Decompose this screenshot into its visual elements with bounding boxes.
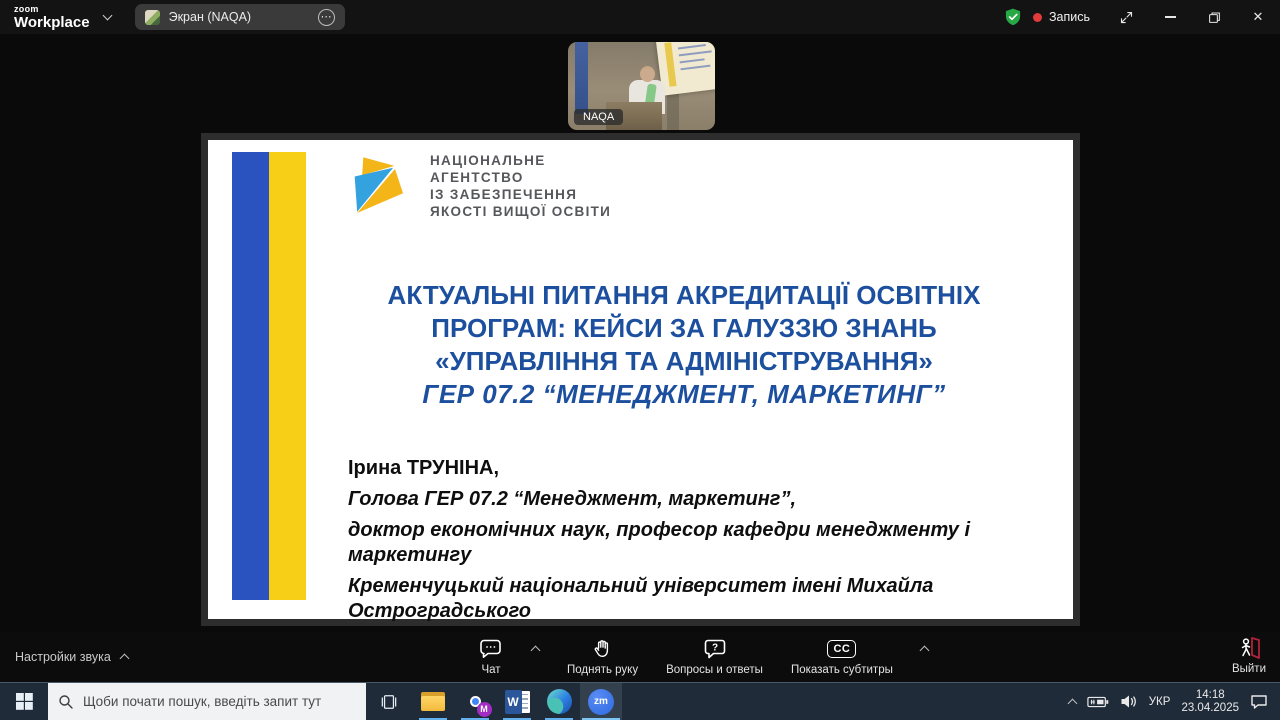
tab-more-options-button[interactable]: ⋯	[318, 9, 335, 26]
agency-line: ЯКОСТІ ВИЩОЇ ОСВІТИ	[430, 203, 611, 220]
chevron-up-icon	[119, 654, 129, 664]
leave-label: Выйти	[1232, 663, 1266, 675]
task-view-button[interactable]	[366, 683, 412, 720]
action-center-icon[interactable]	[1250, 694, 1268, 710]
chrome-button[interactable]: M	[454, 683, 496, 720]
exit-door-icon	[1236, 635, 1262, 661]
zoom-title-bar: zoom Workplace Экран (NAQA) ⋯ Запись ✕	[0, 0, 1280, 34]
minimize-button[interactable]	[1148, 0, 1192, 34]
minimize-icon	[1165, 16, 1176, 18]
windows-taskbar: M W zm	[0, 682, 1280, 720]
ukraine-flag-bar	[232, 152, 306, 600]
presentation-slide: НАЦІОНАЛЬНЕ АГЕНТСТВО ІЗ ЗАБЕЗПЕЧЕННЯ ЯК…	[201, 133, 1080, 626]
chat-options-chevron-icon[interactable]	[531, 646, 541, 656]
qa-label: Вопросы и ответы	[666, 664, 763, 676]
chat-button[interactable]: Чат	[478, 635, 504, 676]
security-shield-icon[interactable]	[1003, 7, 1023, 27]
agency-line: ІЗ ЗАБЕЗПЕЧЕННЯ	[430, 186, 611, 203]
title-subtitle: ГЕР 07.2 “МЕНЕДЖМЕНТ, МАРКЕТИНГ”	[303, 378, 1065, 411]
agency-name-block: НАЦІОНАЛЬНЕ АГЕНТСТВО ІЗ ЗАБЕЗПЕЧЕННЯ ЯК…	[430, 152, 611, 220]
edge-icon	[547, 689, 572, 714]
word-button[interactable]: W	[496, 683, 538, 720]
captions-label: Показать субтитры	[791, 664, 893, 676]
raised-hand-icon	[592, 635, 614, 662]
chat-bubble-icon	[478, 635, 504, 662]
search-input[interactable]	[83, 694, 353, 709]
chrome-profile-badge: M	[477, 702, 492, 717]
raise-hand-button[interactable]: Поднять руку	[567, 635, 638, 676]
brand-label: Workplace	[14, 15, 90, 30]
audio-settings-button[interactable]: Настройки звука	[15, 650, 128, 664]
chrome-icon: M	[463, 689, 488, 714]
audio-settings-label: Настройки звука	[15, 650, 111, 664]
edge-button[interactable]	[538, 683, 580, 720]
author-degree: доктор економічних наук, професор кафедр…	[348, 518, 1053, 568]
participant-name-badge: NAQA	[574, 109, 623, 125]
recording-dot-icon	[1033, 13, 1042, 22]
title-line: АКТУАЛЬНІ ПИТАННЯ АКРЕДИТАЦІЇ ОСВІТНІХ	[303, 279, 1065, 312]
word-icon: W	[505, 690, 530, 714]
qa-button[interactable]: ? Вопросы и ответы	[666, 635, 763, 676]
brand-small-label: zoom	[14, 5, 90, 14]
search-icon	[58, 694, 74, 710]
zoom-app-icon: zm	[588, 689, 614, 715]
tab-label: Экран (NAQA)	[169, 10, 292, 24]
time-label: 14:18	[1181, 689, 1239, 702]
language-indicator[interactable]: УКР	[1149, 696, 1171, 708]
file-explorer-icon	[421, 692, 445, 711]
taskbar-search[interactable]	[48, 683, 366, 720]
slide-title: АКТУАЛЬНІ ПИТАННЯ АКРЕДИТАЦІЇ ОСВІТНІХ П…	[303, 279, 1065, 411]
flag-in-video	[575, 42, 588, 114]
close-button[interactable]: ✕	[1236, 0, 1280, 34]
svg-text:?: ?	[711, 642, 717, 653]
recording-label: Запись	[1049, 10, 1090, 24]
author-university: Кременчуцький національний університет і…	[348, 574, 1053, 624]
closed-captions-icon: CC	[827, 640, 856, 658]
screen-share-thumbnail-icon	[145, 10, 160, 25]
recording-indicator: Запись	[1033, 10, 1090, 24]
author-role: Голова ГЕР 07.2 “Менеджмент, маркетинг”,	[348, 487, 1053, 512]
leave-meeting-button[interactable]: Выйти	[1232, 635, 1266, 675]
author-name: Ірина ТРУНІНА,	[348, 456, 1053, 481]
meeting-stage: NAQA НАЦІОНАЛЬНЕ АГЕНТСТВО ІЗ ЗАБЕЗПЕЧЕН…	[0, 34, 1280, 632]
date-label: 23.04.2025	[1181, 702, 1239, 715]
speaker-video-thumbnail[interactable]: NAQA	[568, 42, 715, 130]
captions-button[interactable]: CC Показать субтитры	[791, 635, 893, 676]
chevron-down-icon[interactable]	[102, 11, 112, 21]
taskbar-clock[interactable]: 14:18 23.04.2025	[1181, 689, 1239, 715]
task-view-icon	[380, 694, 398, 710]
zoom-workplace-logo: zoom Workplace	[14, 5, 90, 30]
shared-screen-tab[interactable]: Экран (NAQA) ⋯	[135, 4, 345, 30]
file-explorer-button[interactable]	[412, 683, 454, 720]
windows-logo-icon	[16, 693, 33, 710]
start-button[interactable]	[0, 683, 48, 720]
author-info: Ірина ТРУНІНА, Голова ГЕР 07.2 “Менеджме…	[348, 456, 1053, 630]
chat-label: Чат	[481, 664, 500, 676]
captions-options-chevron-icon[interactable]	[919, 646, 929, 656]
title-line: ПРОГРАМ: КЕЙСИ ЗА ГАЛУЗЗЮ ЗНАНЬ	[303, 312, 1065, 345]
raise-hand-label: Поднять руку	[567, 664, 638, 676]
battery-icon[interactable]	[1087, 695, 1109, 709]
fullscreen-expand-button[interactable]	[1104, 0, 1148, 34]
naqa-logo-icon	[346, 143, 408, 231]
close-icon: ✕	[1253, 9, 1264, 25]
meeting-toolbar: Настройки звука Чат Поднять руку	[0, 632, 1280, 682]
system-tray: УКР 14:18 23.04.2025	[1069, 683, 1280, 720]
agency-line: НАЦІОНАЛЬНЕ	[430, 152, 611, 169]
maximize-button[interactable]	[1192, 0, 1236, 34]
agency-line: АГЕНТСТВО	[430, 169, 611, 186]
title-line: «УПРАВЛІННЯ ТА АДМІНІСТРУВАННЯ»	[303, 345, 1065, 378]
zoom-app-button[interactable]: zm	[580, 683, 622, 720]
tray-expand-chevron-icon[interactable]	[1067, 698, 1077, 708]
speaker-icon[interactable]	[1120, 694, 1138, 709]
question-bubble-icon: ?	[703, 635, 727, 662]
